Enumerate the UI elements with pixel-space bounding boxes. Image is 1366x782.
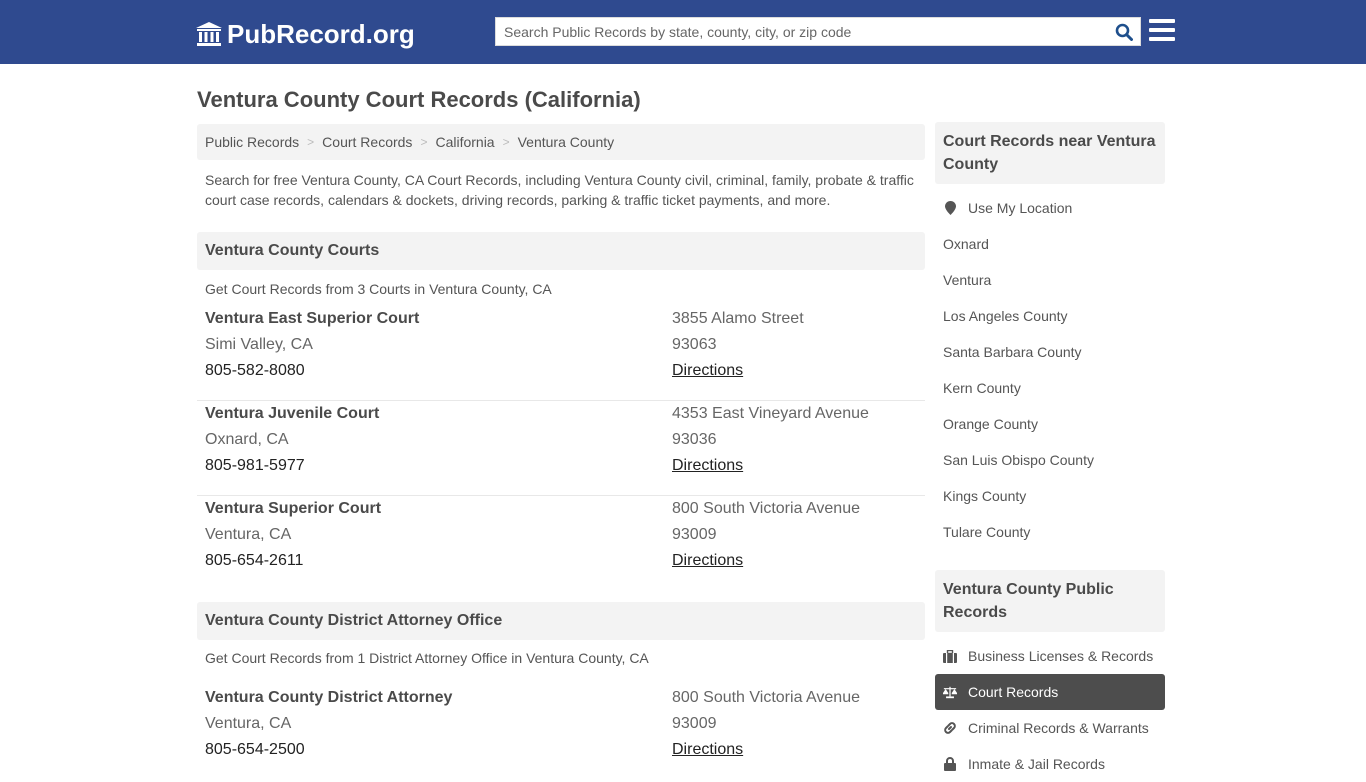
- nearby-link-san-luis-obispo-county[interactable]: San Luis Obispo County: [935, 442, 1165, 478]
- court-address: 3855 Alamo Street: [672, 310, 804, 327]
- directions-link[interactable]: Directions: [672, 741, 743, 758]
- sidebar-item-criminal-records[interactable]: Criminal Records & Warrants: [935, 710, 1165, 746]
- nearby-list: Use My Location Oxnard Ventura Los Angel…: [935, 184, 1165, 550]
- court-entry: Ventura Superior Court Ventura, CA 805-6…: [197, 496, 925, 602]
- breadcrumb-public-records[interactable]: Public Records: [205, 134, 299, 150]
- public-records-list: Business Licenses & Records Court Record…: [935, 632, 1165, 782]
- hamburger-menu-icon[interactable]: [1149, 19, 1175, 43]
- nearby-link-tulare-county[interactable]: Tulare County: [935, 514, 1165, 550]
- court-name[interactable]: Ventura Superior Court: [205, 496, 381, 522]
- da-name[interactable]: Ventura County District Attorney: [205, 685, 452, 711]
- sidebar: Court Records near Ventura County Use My…: [935, 122, 1165, 782]
- scales-icon: [943, 685, 957, 699]
- nearby-heading: Court Records near Ventura County: [935, 122, 1165, 184]
- breadcrumb-court-records[interactable]: Court Records: [322, 134, 412, 150]
- court-address: 800 South Victoria Avenue: [672, 500, 860, 517]
- nearby-link-santa-barbara-county[interactable]: Santa Barbara County: [935, 334, 1165, 370]
- search-button[interactable]: [1108, 18, 1140, 45]
- court-entry: Ventura Juvenile Court Oxnard, CA 805-98…: [197, 401, 925, 496]
- court-name[interactable]: Ventura East Superior Court: [205, 306, 419, 332]
- da-city: Ventura, CA: [205, 715, 292, 732]
- court-phone[interactable]: 805-582-8080: [205, 358, 419, 384]
- da-phone[interactable]: 805-654-2500: [205, 737, 452, 763]
- sidebar-item-court-records[interactable]: Court Records: [935, 674, 1165, 710]
- intro-text: Search for free Ventura County, CA Court…: [205, 172, 914, 208]
- page-title: Ventura County Court Records (California…: [197, 87, 641, 112]
- courts-section: Ventura County Courts Get Court Records …: [197, 232, 925, 602]
- use-my-location-link[interactable]: Use My Location: [935, 190, 1165, 226]
- breadcrumb-separator: >: [420, 135, 428, 149]
- directions-link[interactable]: Directions: [672, 362, 743, 379]
- sidebar-item-label: Inmate & Jail Records: [968, 756, 1105, 772]
- directions-link[interactable]: Directions: [672, 457, 743, 474]
- main-content: Public Records > Court Records > Califor…: [197, 124, 925, 780]
- lock-icon: [943, 757, 957, 771]
- sidebar-item-business-licenses[interactable]: Business Licenses & Records: [935, 638, 1165, 674]
- link-icon: [943, 721, 957, 735]
- da-entry: Ventura County District Attorney Ventura…: [197, 685, 925, 780]
- nearby-link-los-angeles-county[interactable]: Los Angeles County: [935, 298, 1165, 334]
- use-my-location-label: Use My Location: [968, 200, 1073, 216]
- search-icon: [1115, 23, 1133, 41]
- site-logo-text: PubRecord.org: [227, 18, 415, 49]
- site-logo[interactable]: PubRecord.org: [195, 18, 415, 50]
- court-zip: 93063: [672, 336, 717, 353]
- top-navbar: PubRecord.org: [0, 0, 1366, 64]
- nearby-link-oxnard[interactable]: Oxnard: [935, 226, 1165, 262]
- court-entry: Ventura East Superior Court Simi Valley,…: [197, 306, 925, 401]
- da-address: 800 South Victoria Avenue: [672, 689, 860, 706]
- sidebar-item-inmate-records[interactable]: Inmate & Jail Records: [935, 746, 1165, 782]
- search-bar: [495, 17, 1141, 46]
- nearby-link-kern-county[interactable]: Kern County: [935, 370, 1165, 406]
- court-zip: 93009: [672, 526, 717, 543]
- breadcrumb-california[interactable]: California: [435, 134, 494, 150]
- section-subtitle: Get Court Records from 3 Courts in Ventu…: [205, 281, 552, 297]
- court-city: Simi Valley, CA: [205, 336, 313, 353]
- courthouse-icon: [196, 22, 222, 46]
- breadcrumb-ventura-county[interactable]: Ventura County: [518, 134, 615, 150]
- da-zip: 93009: [672, 715, 717, 732]
- section-heading: Ventura County District Attorney Office: [197, 602, 925, 640]
- sidebar-item-label: Criminal Records & Warrants: [968, 720, 1149, 736]
- section-heading: Ventura County Courts: [197, 232, 925, 270]
- court-zip: 93036: [672, 431, 717, 448]
- sidebar-item-label: Court Records: [968, 684, 1059, 700]
- map-marker-icon: [943, 201, 957, 215]
- court-name[interactable]: Ventura Juvenile Court: [205, 401, 379, 427]
- nearby-link-ventura[interactable]: Ventura: [935, 262, 1165, 298]
- district-attorney-section: Ventura County District Attorney Office …: [197, 602, 925, 780]
- nearby-link-kings-county[interactable]: Kings County: [935, 478, 1165, 514]
- search-input[interactable]: [496, 18, 1108, 45]
- court-address: 4353 East Vineyard Avenue: [672, 405, 869, 422]
- nearby-link-orange-county[interactable]: Orange County: [935, 406, 1165, 442]
- breadcrumb: Public Records > Court Records > Califor…: [197, 124, 925, 160]
- section-subtitle: Get Court Records from 1 District Attorn…: [205, 650, 649, 666]
- sidebar-item-label: Business Licenses & Records: [968, 648, 1154, 664]
- breadcrumb-separator: >: [502, 135, 510, 149]
- directions-link[interactable]: Directions: [672, 552, 743, 569]
- court-phone[interactable]: 805-981-5977: [205, 453, 379, 479]
- breadcrumb-separator: >: [307, 135, 315, 149]
- court-city: Ventura, CA: [205, 526, 292, 543]
- court-phone[interactable]: 805-654-2611: [205, 548, 381, 574]
- public-records-heading: Ventura County Public Records: [935, 570, 1165, 632]
- briefcase-icon: [943, 649, 957, 663]
- court-city: Oxnard, CA: [205, 431, 289, 448]
